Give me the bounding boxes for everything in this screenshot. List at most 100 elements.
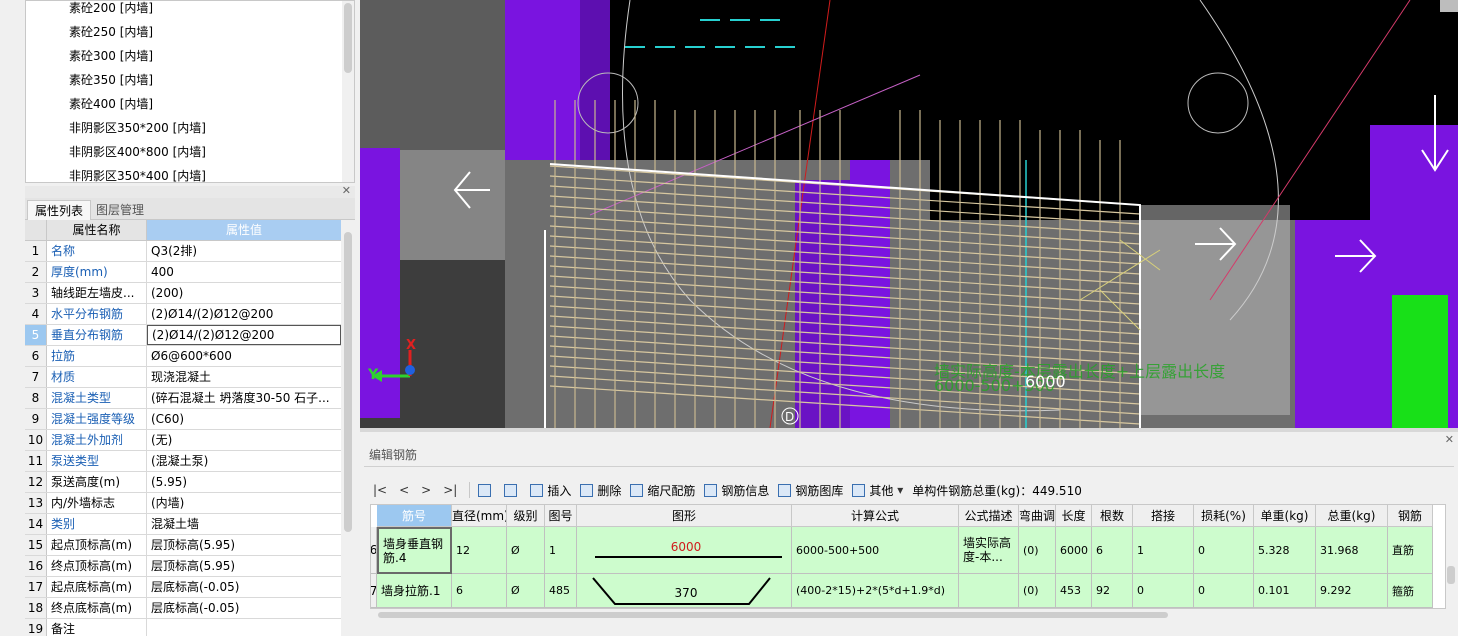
tree-item[interactable]: 素砼400 [内墙] — [26, 97, 354, 121]
total-weight-cell[interactable]: 9.292 — [1316, 574, 1388, 608]
property-row[interactable]: 3 轴线距左墙皮... (200) — [25, 283, 341, 304]
property-scrollbar[interactable] — [341, 220, 355, 636]
tree-item[interactable]: 素砼300 [内墙] — [26, 49, 354, 73]
tab-layer-management[interactable]: 图层管理 — [89, 200, 151, 220]
delete-button[interactable]: 删除 — [580, 482, 621, 499]
property-row[interactable]: 17 起点底标高(m) 层底标高(-0.05) — [25, 577, 341, 598]
diameter-cell[interactable]: 6 — [452, 574, 507, 608]
property-value[interactable]: (无) — [147, 430, 341, 450]
other-dropdown[interactable]: 其他 ▾ — [852, 482, 903, 499]
close-icon[interactable]: ✕ — [1445, 433, 1454, 446]
tree-item[interactable]: 素砼350 [内墙] — [26, 73, 354, 97]
tree-item[interactable]: 素砼200 [内墙] — [26, 1, 354, 25]
grade-cell[interactable]: Ø — [507, 527, 545, 574]
tree-scrollbar[interactable] — [342, 1, 354, 182]
property-value[interactable]: (内墙) — [147, 493, 341, 513]
loss-cell[interactable]: 0 — [1194, 574, 1254, 608]
property-row[interactable]: 16 终点顶标高(m) 层顶标高(5.95) — [25, 556, 341, 577]
property-value[interactable]: Ø6@600*600 — [147, 346, 341, 366]
property-value[interactable] — [147, 619, 341, 636]
rebar-library-button[interactable]: 钢筋图库 — [778, 482, 843, 499]
figure-no-cell[interactable]: 485 — [545, 574, 577, 608]
count-cell[interactable]: 92 — [1092, 574, 1133, 608]
unit-weight-cell[interactable]: 0.101 — [1254, 574, 1316, 608]
next-record-button[interactable]: > — [421, 483, 431, 497]
property-value[interactable]: 400 — [147, 262, 341, 282]
shape-cell[interactable]: 370 — [577, 574, 792, 608]
property-value[interactable]: (混凝土泵) — [147, 451, 341, 471]
prev-record-button[interactable]: < — [399, 483, 409, 497]
bar-name-cell[interactable]: 墙身拉筋.1 — [377, 574, 452, 608]
rebar-vscroll-thumb[interactable] — [1447, 566, 1455, 584]
property-row[interactable]: 4 水平分布钢筋 (2)Ø14/(2)Ø12@200 — [25, 304, 341, 325]
property-row[interactable]: 15 起点顶标高(m) 层顶标高(5.95) — [25, 535, 341, 556]
bar-name-cell[interactable]: 墙身垂直钢筋.4 — [377, 527, 452, 574]
formula-cell[interactable]: (400-2*15)+2*(5*d+1.9*d) — [792, 574, 959, 608]
tree-item[interactable]: 素砼250 [内墙] — [26, 25, 354, 49]
loss-cell[interactable]: 0 — [1194, 527, 1254, 574]
property-row[interactable]: 7 材质 现浇混凝土 — [25, 367, 341, 388]
total-weight-cell[interactable]: 31.968 — [1316, 527, 1388, 574]
property-scroll-thumb[interactable] — [344, 232, 352, 532]
tree-item[interactable]: 非阴影区350*200 [内墙] — [26, 121, 354, 145]
property-row[interactable]: 13 内/外墙标志 (内墙) — [25, 493, 341, 514]
rebar-hscroll-thumb[interactable] — [378, 612, 1168, 618]
formula-desc-cell[interactable]: 墙实际高度-本... — [959, 527, 1019, 574]
grade-cell[interactable]: Ø — [507, 574, 545, 608]
property-row[interactable]: 12 泵送高度(m) (5.95) — [25, 472, 341, 493]
property-value[interactable]: (2)Ø14/(2)Ø12@200 — [147, 304, 341, 324]
last-record-button[interactable]: >| — [443, 483, 457, 497]
rebar-hscrollbar[interactable] — [370, 611, 1446, 619]
property-row[interactable]: 8 混凝土类型 (碎石混凝土 坍落度30-50 石子... — [25, 388, 341, 409]
property-row[interactable]: 6 拉筋 Ø6@600*600 — [25, 346, 341, 367]
property-row[interactable]: 9 混凝土强度等级 (C60) — [25, 409, 341, 430]
rebar-vscrollbar[interactable] — [1446, 504, 1456, 609]
count-cell[interactable]: 6 — [1092, 527, 1133, 574]
lap-cell[interactable]: 0 — [1133, 574, 1194, 608]
insert-button[interactable]: 插入 — [530, 482, 571, 499]
unit-weight-cell[interactable]: 5.328 — [1254, 527, 1316, 574]
property-value[interactable]: 层底标高(-0.05) — [147, 598, 341, 618]
property-value[interactable]: (2)Ø14/(2)Ø12@200 — [147, 325, 341, 345]
property-row[interactable]: 1 名称 Q3(2排) — [25, 241, 341, 262]
3d-viewport[interactable]: D 墙实际高度-本层露出长度+上层露出长度 6000-500+500 6000 … — [360, 0, 1458, 428]
formula-desc-cell[interactable] — [959, 574, 1019, 608]
property-row[interactable]: 5 垂直分布钢筋 (2)Ø14/(2)Ø12@200 — [25, 325, 341, 346]
tree-item[interactable]: 非阴影区350*400 [内墙] — [26, 169, 354, 182]
property-value[interactable]: (200) — [147, 283, 341, 303]
diameter-cell[interactable]: 12 — [452, 527, 507, 574]
property-value[interactable]: (碎石混凝土 坍落度30-50 石子... — [147, 388, 341, 408]
tab-property-list[interactable]: 属性列表 — [27, 200, 92, 220]
property-value[interactable]: 混凝土墙 — [147, 514, 341, 534]
property-row[interactable]: 10 混凝土外加剂 (无) — [25, 430, 341, 451]
rebar-type-cell[interactable]: 箍筋 — [1388, 574, 1433, 608]
rebar-info-button[interactable]: 钢筋信息 — [704, 482, 769, 499]
figure-no-cell[interactable]: 1 — [545, 527, 577, 574]
property-value[interactable]: (5.95) — [147, 472, 341, 492]
property-row[interactable]: 11 泵送类型 (混凝土泵) — [25, 451, 341, 472]
first-record-button[interactable]: |< — [373, 483, 387, 497]
property-value[interactable]: 层底标高(-0.05) — [147, 577, 341, 597]
property-row[interactable]: 19 备注 — [25, 619, 341, 636]
property-value[interactable]: 层顶标高(5.95) — [147, 556, 341, 576]
rebar-type-cell[interactable]: 直筋 — [1388, 527, 1433, 574]
property-value[interactable]: (C60) — [147, 409, 341, 429]
property-value[interactable]: 现浇混凝土 — [147, 367, 341, 387]
property-row[interactable]: 2 厚度(mm) 400 — [25, 262, 341, 283]
move-down-button[interactable] — [504, 483, 521, 497]
bend-adjust-cell[interactable]: (0) — [1019, 574, 1056, 608]
length-cell[interactable]: 6000 — [1056, 527, 1092, 574]
tree-item[interactable]: 非阴影区400*800 [内墙] — [26, 145, 354, 169]
formula-cell[interactable]: 6000-500+500 — [792, 527, 959, 574]
close-icon[interactable]: ✕ — [342, 184, 351, 197]
property-row[interactable]: 18 终点底标高(m) 层底标高(-0.05) — [25, 598, 341, 619]
lap-cell[interactable]: 1 — [1133, 527, 1194, 574]
bend-adjust-cell[interactable]: (0) — [1019, 527, 1056, 574]
property-row[interactable]: 14 类别 混凝土墙 — [25, 514, 341, 535]
shape-cell[interactable]: 6000 — [577, 527, 792, 574]
property-value[interactable]: Q3(2排) — [147, 241, 341, 261]
tree-scroll-thumb[interactable] — [344, 3, 352, 73]
move-up-button[interactable] — [478, 483, 495, 497]
length-cell[interactable]: 453 — [1056, 574, 1092, 608]
property-value[interactable]: 层顶标高(5.95) — [147, 535, 341, 555]
